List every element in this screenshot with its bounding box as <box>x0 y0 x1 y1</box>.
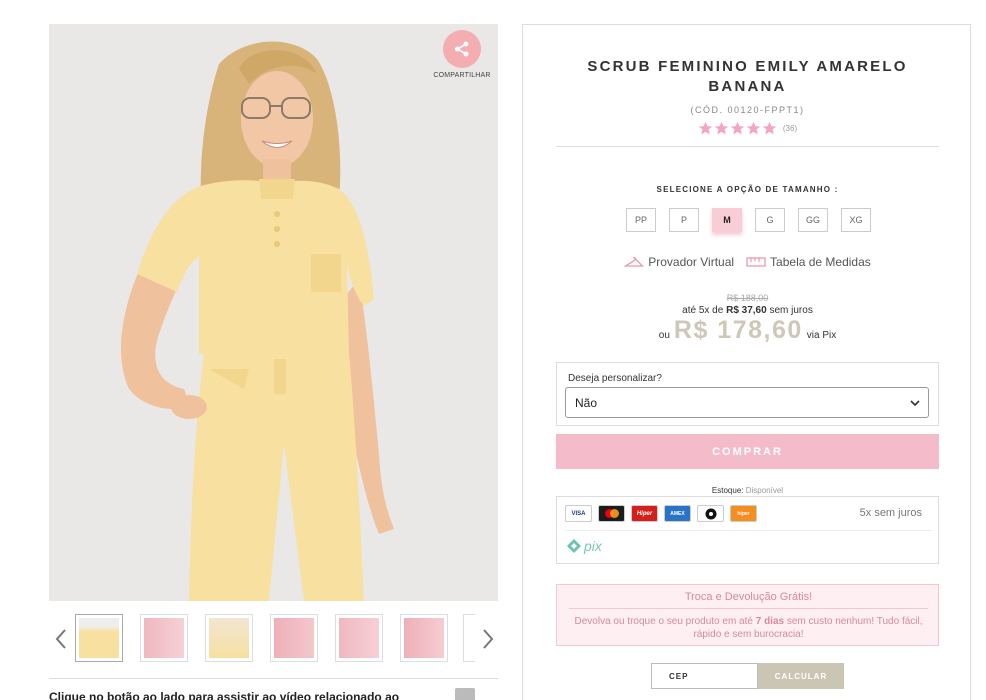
play-video-icon[interactable] <box>455 688 475 700</box>
customize-box: Deseja personalizar? Não <box>556 362 939 426</box>
pix-prefix: ou <box>658 330 670 341</box>
thumbnail-image <box>274 618 314 658</box>
installments-suffix: sem juros <box>769 305 813 316</box>
hiper-icon: hiper <box>730 505 757 522</box>
size-selector-label: SELECIONE A OPÇÃO DE TAMANHO : <box>656 185 839 194</box>
thumbnail-5[interactable] <box>335 614 383 662</box>
returns-banner: Troca e Devolução Grátis! Devolva ou tro… <box>556 584 939 646</box>
size-tools: Provador Virtual Tabela de Medidas <box>523 255 972 269</box>
thumbnail-3[interactable] <box>205 614 253 662</box>
thumbnail-7-partial[interactable] <box>463 614 475 662</box>
elo-icon <box>697 505 724 522</box>
customize-label: Deseja personalizar? <box>568 373 662 384</box>
share-button[interactable]: COMPARTILHAR <box>432 30 492 79</box>
size-option-m[interactable]: M <box>712 208 742 232</box>
pix-suffix: via Pix <box>806 330 837 341</box>
product-rating[interactable]: (36) <box>523 121 972 136</box>
customize-selected-value: Não <box>575 395 598 410</box>
installments-prefix: até 5x de <box>682 305 724 316</box>
returns-text: Devolva ou troque o seu produto em até 7… <box>571 615 926 641</box>
thumbnail-2[interactable] <box>140 614 188 662</box>
product-main-image[interactable]: COMPARTILHAR <box>49 24 498 601</box>
size-chart-link[interactable]: Tabela de Medidas <box>746 255 871 269</box>
hanger-icon <box>624 256 645 267</box>
divider <box>556 146 939 147</box>
installments-value: R$ 37,60 <box>726 305 767 316</box>
stock-status: Estoque: Disponível <box>523 486 972 495</box>
thumbnail-image <box>339 618 379 658</box>
product-sku: (CÓD. 00120-FPPT1) <box>690 105 805 115</box>
customize-select[interactable]: Não <box>565 387 929 418</box>
chevron-down-icon <box>910 400 920 407</box>
divider <box>49 678 498 679</box>
size-option-gg[interactable]: GG <box>798 208 828 232</box>
pix-icon <box>567 539 581 553</box>
share-label: COMPARTILHAR <box>433 72 491 79</box>
thumbnail-next-arrow-icon[interactable] <box>480 626 496 652</box>
returns-text-bold: 7 dias <box>755 616 785 627</box>
thumbnail-carousel <box>49 614 498 664</box>
thumbnail-prev-arrow-icon[interactable] <box>53 626 69 652</box>
stock-value: Disponível <box>745 486 784 495</box>
hipercard-icon: Hiper <box>631 505 658 522</box>
card-brands: VISA Hiper AMEX hiper <box>565 505 757 522</box>
returns-title: Troca e Devolução Grátis! <box>684 591 813 603</box>
pix-price-row: ou R$ 178,60 via Pix <box>523 316 972 345</box>
star-icon <box>698 121 713 135</box>
ruler-icon <box>746 257 766 267</box>
virtual-fitting-label: Provador Virtual <box>648 255 735 269</box>
cep-input[interactable]: CEP <box>651 663 758 689</box>
size-chart-label: Tabela de Medidas <box>770 255 871 269</box>
pix-label: pix <box>584 538 602 554</box>
calculate-shipping-button[interactable]: CALCULAR <box>758 663 844 689</box>
amex-icon: AMEX <box>664 505 691 522</box>
product-title: SCRUB FEMININO EMILY AMARELO BANANA <box>587 58 908 95</box>
payment-installments-note: 5x sem juros <box>859 507 922 519</box>
model-photo <box>120 41 394 601</box>
thumbnail-6[interactable] <box>400 614 448 662</box>
star-icon <box>746 121 761 135</box>
star-icon <box>730 121 745 135</box>
size-options: PP P M G GG XG <box>626 208 871 232</box>
virtual-fitting-link[interactable]: Provador Virtual <box>624 255 734 269</box>
visa-icon: VISA <box>565 505 592 522</box>
size-option-xg[interactable]: XG <box>841 208 871 232</box>
thumbnail-4[interactable] <box>270 614 318 662</box>
buy-button[interactable]: COMPRAR <box>556 434 939 469</box>
product-page: COMPARTILHAR Clique no botão ao lado par… <box>0 0 986 700</box>
mastercard-icon <box>598 505 625 522</box>
video-prompt-text: Clique no botão ao lado para assistir ao… <box>49 690 400 700</box>
thumbnail-image <box>79 618 119 658</box>
share-icon[interactable] <box>443 30 481 68</box>
size-option-p[interactable]: P <box>669 208 699 232</box>
star-icon <box>714 121 729 135</box>
payment-methods: VISA Hiper AMEX hiper 5x sem juros pix <box>556 496 939 564</box>
installments-text: até 5x de R$ 37,60 sem juros <box>523 305 972 316</box>
thumbnail-image <box>144 618 184 658</box>
size-option-pp[interactable]: PP <box>626 208 656 232</box>
thumbnail-1[interactable] <box>75 614 123 662</box>
divider <box>569 608 928 609</box>
star-icon <box>762 121 777 135</box>
divider <box>565 530 932 531</box>
pix-logo: pix <box>566 538 602 554</box>
stock-label: Estoque: <box>711 486 744 495</box>
rating-count: (36) <box>782 124 798 133</box>
thumbnail-image <box>209 618 249 658</box>
old-price: R$ 188,00 <box>726 293 769 303</box>
size-option-g[interactable]: G <box>755 208 785 232</box>
product-info-panel: SCRUB FEMININO EMILY AMARELO BANANA (CÓD… <box>522 24 971 700</box>
returns-text-before: Devolva ou troque o seu produto em até <box>574 616 753 627</box>
pix-price: R$ 178,60 <box>673 316 803 344</box>
thumbnail-image <box>404 618 444 658</box>
